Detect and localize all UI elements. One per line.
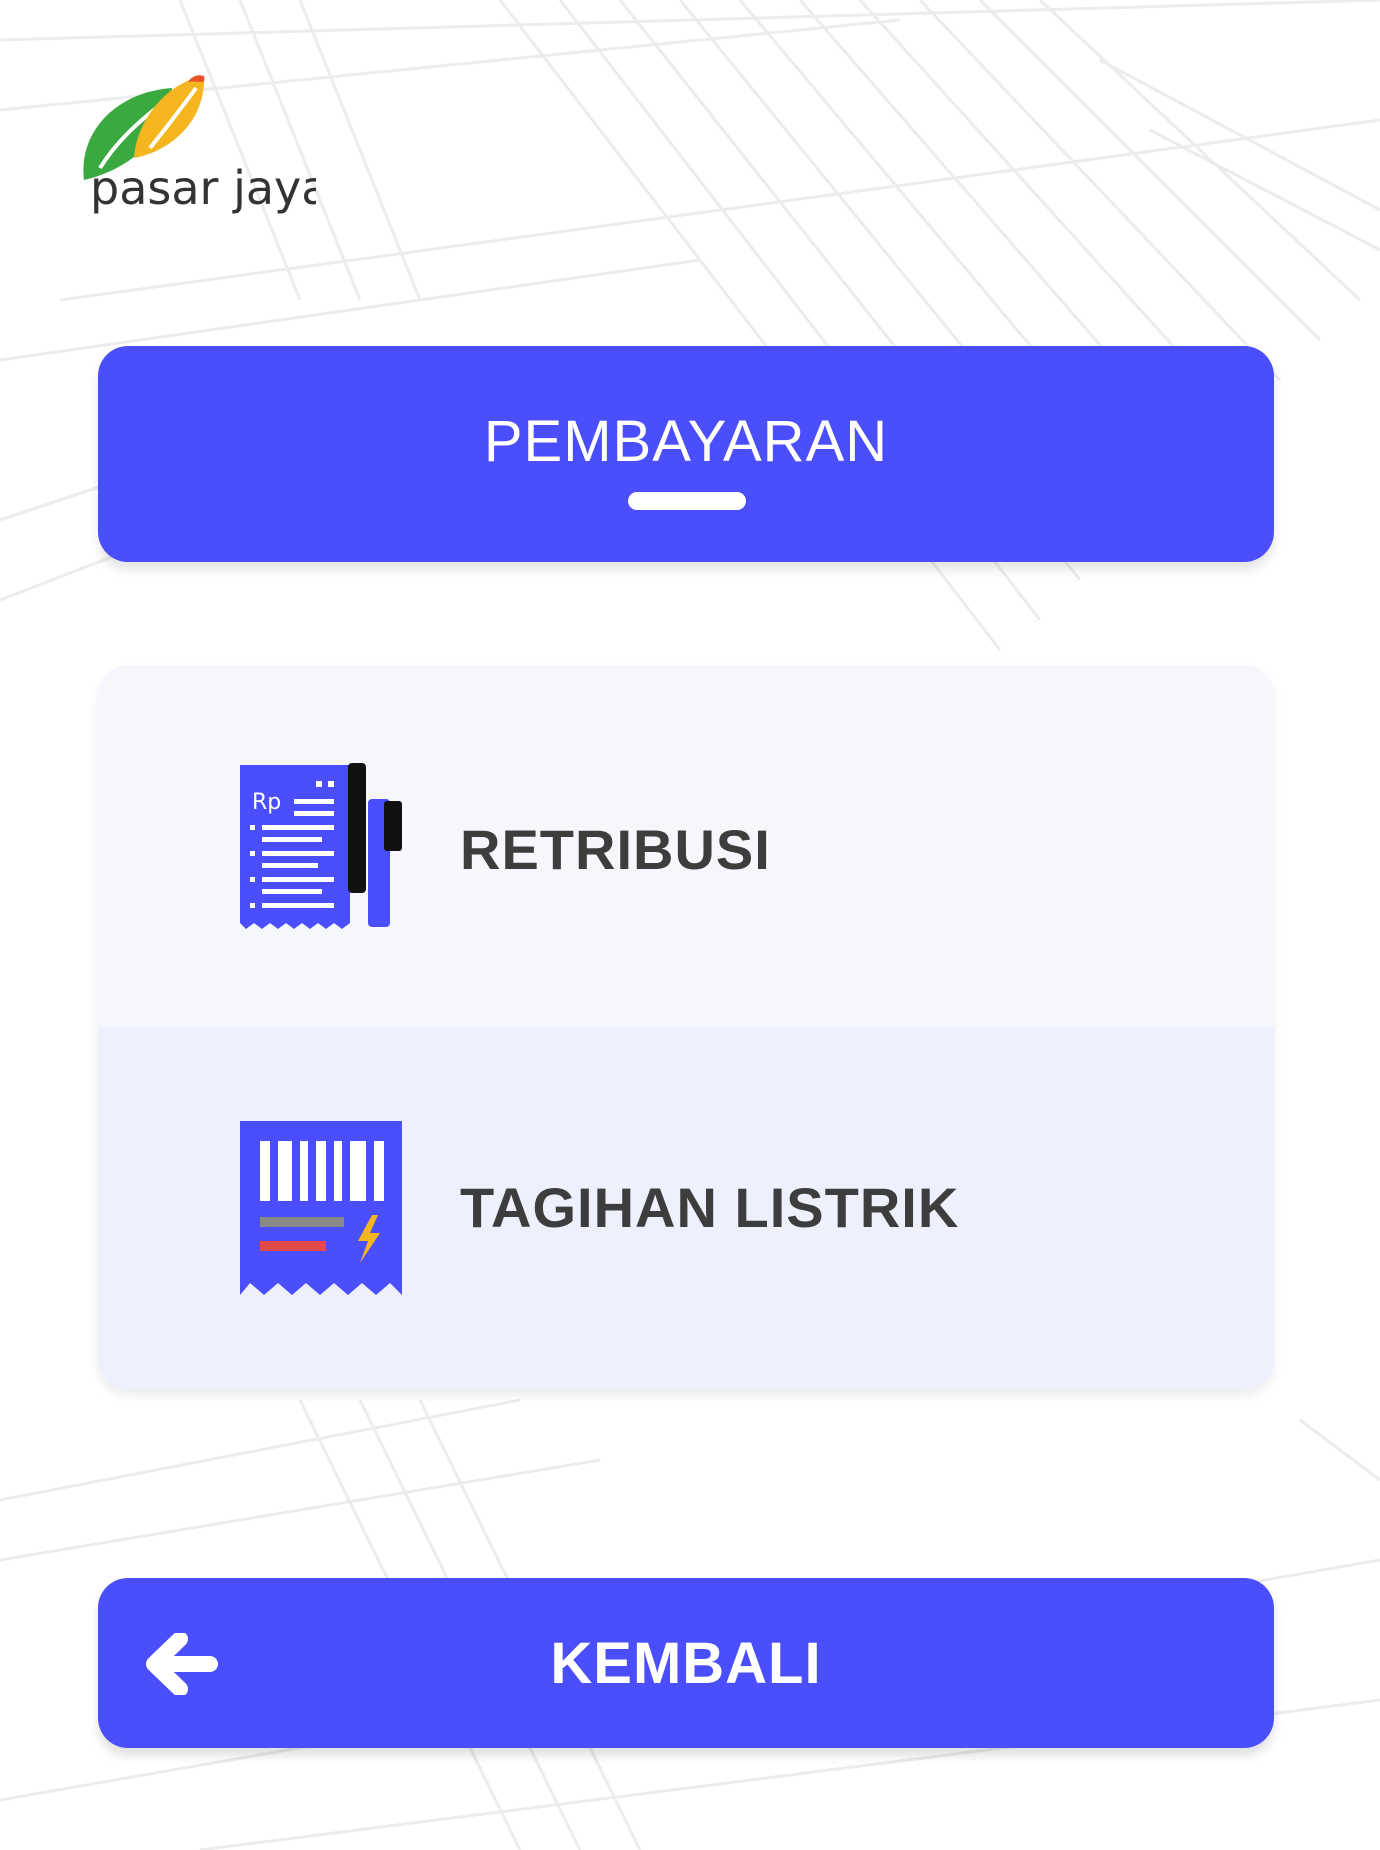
back-button[interactable]: KEMBALI [98,1578,1274,1748]
logo-text: pasar jaya [90,161,316,215]
page-header: PEMBAYARAN [98,346,1274,562]
pasar-jaya-logo: pasar jaya [76,72,329,222]
page-title: PEMBAYARAN [483,409,889,474]
menu-item-retribusi[interactable]: Rp RETRIBUSI [98,665,1274,1027]
menu-item-tagihan-listrik[interactable]: TAGIHAN LISTRIK [98,1027,1274,1389]
menu-label-tagihan-listrik: TAGIHAN LISTRIK [460,1176,960,1239]
receipt-rp-icon: Rp [238,763,408,934]
rp-text: Rp [252,790,281,815]
back-label: KEMBALI [550,1631,822,1696]
electricity-bill-icon [238,1119,404,1300]
title-underline [628,492,746,510]
menu-label-retribusi: RETRIBUSI [460,818,771,881]
payment-menu: Rp RETRIBUSI TAGIHAN LISTRIK [98,665,1274,1389]
